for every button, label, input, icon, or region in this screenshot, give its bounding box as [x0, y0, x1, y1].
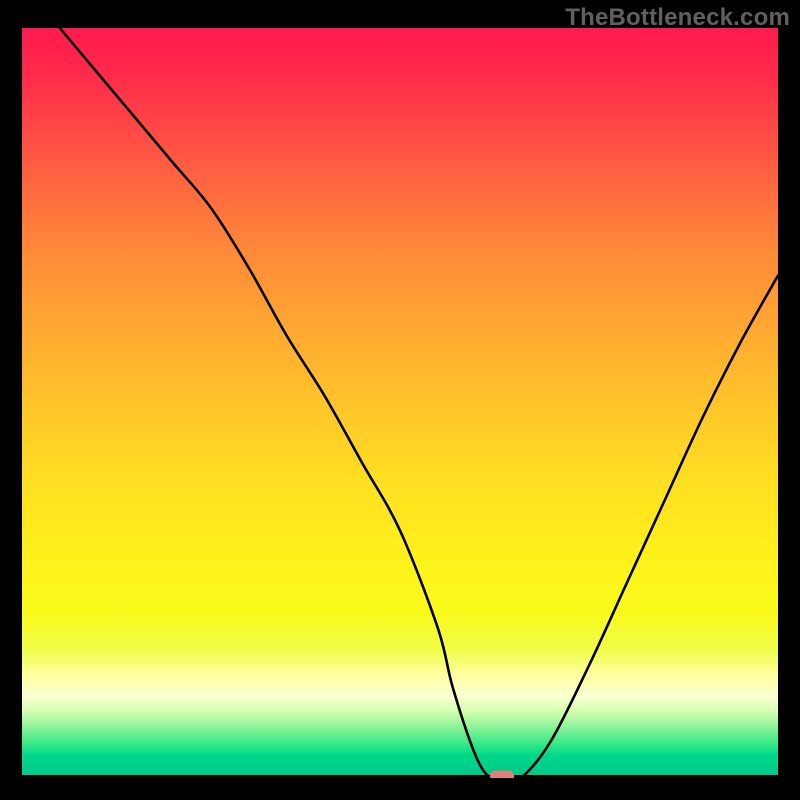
plot-area	[22, 28, 778, 778]
bottleneck-marker	[490, 771, 514, 779]
chart-stage: TheBottleneck.com	[0, 0, 800, 800]
bottleneck-curve	[60, 28, 778, 778]
watermark-text: TheBottleneck.com	[565, 4, 790, 32]
chart-overlay	[22, 28, 778, 778]
